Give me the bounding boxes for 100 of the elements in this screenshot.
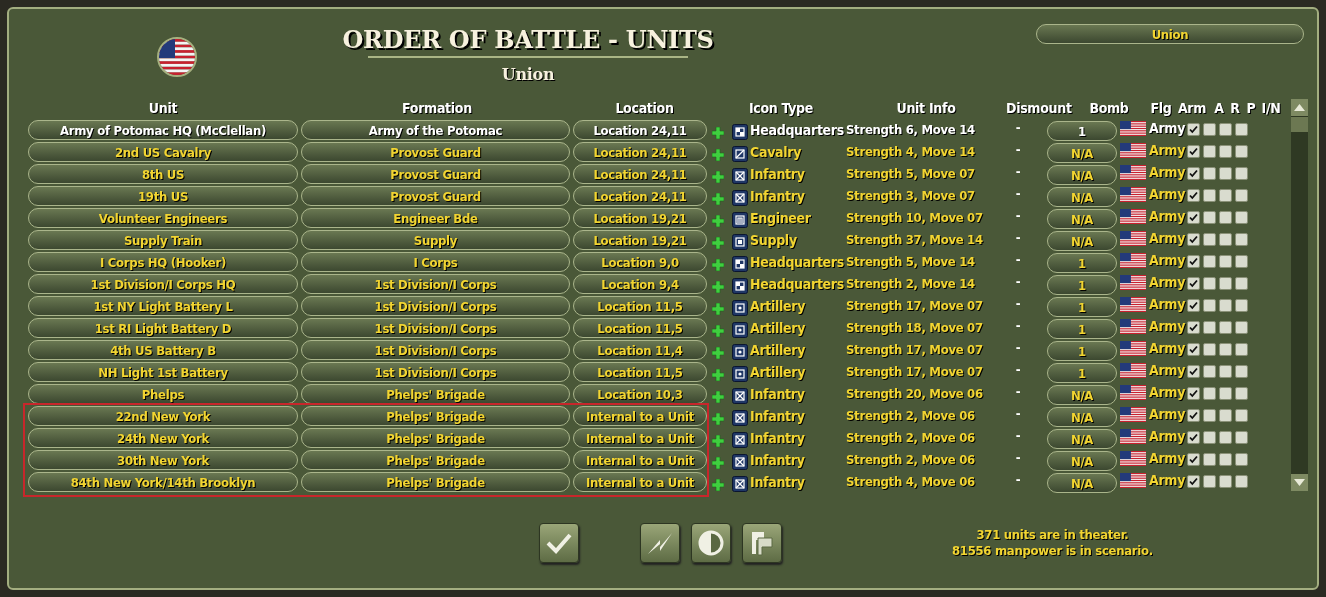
location-button[interactable]: Location 24,11 [573,164,707,184]
checkbox[interactable] [1203,210,1216,224]
formation-button[interactable]: Phelps' Brigade [301,472,570,492]
location-button[interactable]: Location 9,0 [573,252,707,272]
checkbox[interactable] [1187,320,1200,334]
bomb-button[interactable]: N/A [1047,231,1117,251]
flags-button[interactable] [742,523,782,563]
plus-icon[interactable] [712,479,724,491]
unit-button[interactable]: Supply Train [28,230,298,250]
checkbox[interactable] [1219,254,1232,268]
checkbox[interactable] [1203,122,1216,136]
formation-button[interactable]: Phelps' Brigade [301,428,570,448]
plus-icon[interactable] [712,149,724,161]
checkbox[interactable] [1235,144,1248,158]
checkbox[interactable] [1235,254,1248,268]
checkbox[interactable] [1235,232,1248,246]
checkbox[interactable] [1235,386,1248,400]
checkbox[interactable] [1203,320,1216,334]
checkbox[interactable] [1219,232,1232,246]
unit-button[interactable]: 1st RI Light Battery D [28,318,298,338]
location-button[interactable]: Location 11,4 [573,340,707,360]
checkbox[interactable] [1235,408,1248,422]
plus-icon[interactable] [712,127,724,139]
checkbox[interactable] [1219,188,1232,202]
unit-button[interactable]: 24th New York [28,428,298,448]
checkbox[interactable] [1235,188,1248,202]
checkbox[interactable] [1203,276,1216,290]
plus-icon[interactable] [712,193,724,205]
checkbox[interactable] [1219,364,1232,378]
bomb-button[interactable]: 1 [1047,341,1117,361]
bomb-button[interactable]: N/A [1047,187,1117,207]
checkbox[interactable] [1219,342,1232,356]
plus-icon[interactable] [712,171,724,183]
checkbox[interactable] [1235,210,1248,224]
bomb-button[interactable]: 1 [1047,363,1117,383]
location-button[interactable]: Location 24,11 [573,142,707,162]
checkbox[interactable] [1219,276,1232,290]
plus-icon[interactable] [712,303,724,315]
checkbox[interactable] [1235,342,1248,356]
formation-button[interactable]: 1st Division/I Corps [301,318,570,338]
bomb-button[interactable]: N/A [1047,473,1117,493]
formation-button[interactable]: Provost Guard [301,142,570,162]
location-button[interactable]: Location 11,5 [573,318,707,338]
location-button[interactable]: Location 10,3 [573,384,707,404]
location-button[interactable]: Internal to a Unit [573,472,707,492]
checkbox[interactable] [1203,188,1216,202]
checkbox[interactable] [1203,386,1216,400]
location-button[interactable]: Location 11,5 [573,296,707,316]
checkbox[interactable] [1203,364,1216,378]
formation-button[interactable]: Army of the Potomac [301,120,570,140]
checkbox[interactable] [1203,232,1216,246]
checkbox[interactable] [1203,342,1216,356]
unit-button[interactable]: 8th US [28,164,298,184]
plus-icon[interactable] [712,259,724,271]
formation-button[interactable]: Phelps' Brigade [301,406,570,426]
scroll-up-icon[interactable] [1291,99,1308,116]
location-button[interactable]: Internal to a Unit [573,428,707,448]
plus-icon[interactable] [712,391,724,403]
unit-button[interactable]: 2nd US Cavalry [28,142,298,162]
checkbox[interactable] [1187,342,1200,356]
unit-button[interactable]: 30th New York [28,450,298,470]
checkbox[interactable] [1219,144,1232,158]
checkbox[interactable] [1219,430,1232,444]
unit-button[interactable]: 1st Division/I Corps HQ [28,274,298,294]
plus-icon[interactable] [712,325,724,337]
plus-icon[interactable] [712,457,724,469]
checkbox[interactable] [1235,430,1248,444]
checkbox[interactable] [1187,254,1200,268]
formation-button[interactable]: 1st Division/I Corps [301,296,570,316]
plus-icon[interactable] [712,215,724,227]
side-button[interactable]: Union [1036,24,1304,44]
checkbox[interactable] [1203,166,1216,180]
formation-button[interactable]: Engineer Bde [301,208,570,228]
checkbox[interactable] [1219,166,1232,180]
unit-button[interactable]: 4th US Battery B [28,340,298,360]
checkbox[interactable] [1187,144,1200,158]
scrollbar[interactable] [1291,99,1308,491]
location-button[interactable]: Location 19,21 [573,208,707,228]
location-button[interactable]: Location 24,11 [573,186,707,206]
location-button[interactable]: Internal to a Unit [573,450,707,470]
formation-button[interactable]: 1st Division/I Corps [301,362,570,382]
plus-icon[interactable] [712,369,724,381]
checkbox[interactable] [1219,408,1232,422]
checkbox[interactable] [1187,276,1200,290]
confirm-button[interactable] [539,523,579,563]
checkbox[interactable] [1203,430,1216,444]
lightning-button[interactable] [640,523,680,563]
checkbox[interactable] [1235,166,1248,180]
formation-button[interactable]: I Corps [301,252,570,272]
formation-button[interactable]: Supply [301,230,570,250]
unit-button[interactable]: Phelps [28,384,298,404]
unit-button[interactable]: I Corps HQ (Hooker) [28,252,298,272]
formation-button[interactable]: 1st Division/I Corps [301,340,570,360]
checkbox[interactable] [1187,364,1200,378]
checkbox[interactable] [1219,452,1232,466]
formation-button[interactable]: Provost Guard [301,186,570,206]
bomb-button[interactable]: 1 [1047,275,1117,295]
checkbox[interactable] [1187,188,1200,202]
contrast-button[interactable] [691,523,731,563]
checkbox[interactable] [1203,452,1216,466]
